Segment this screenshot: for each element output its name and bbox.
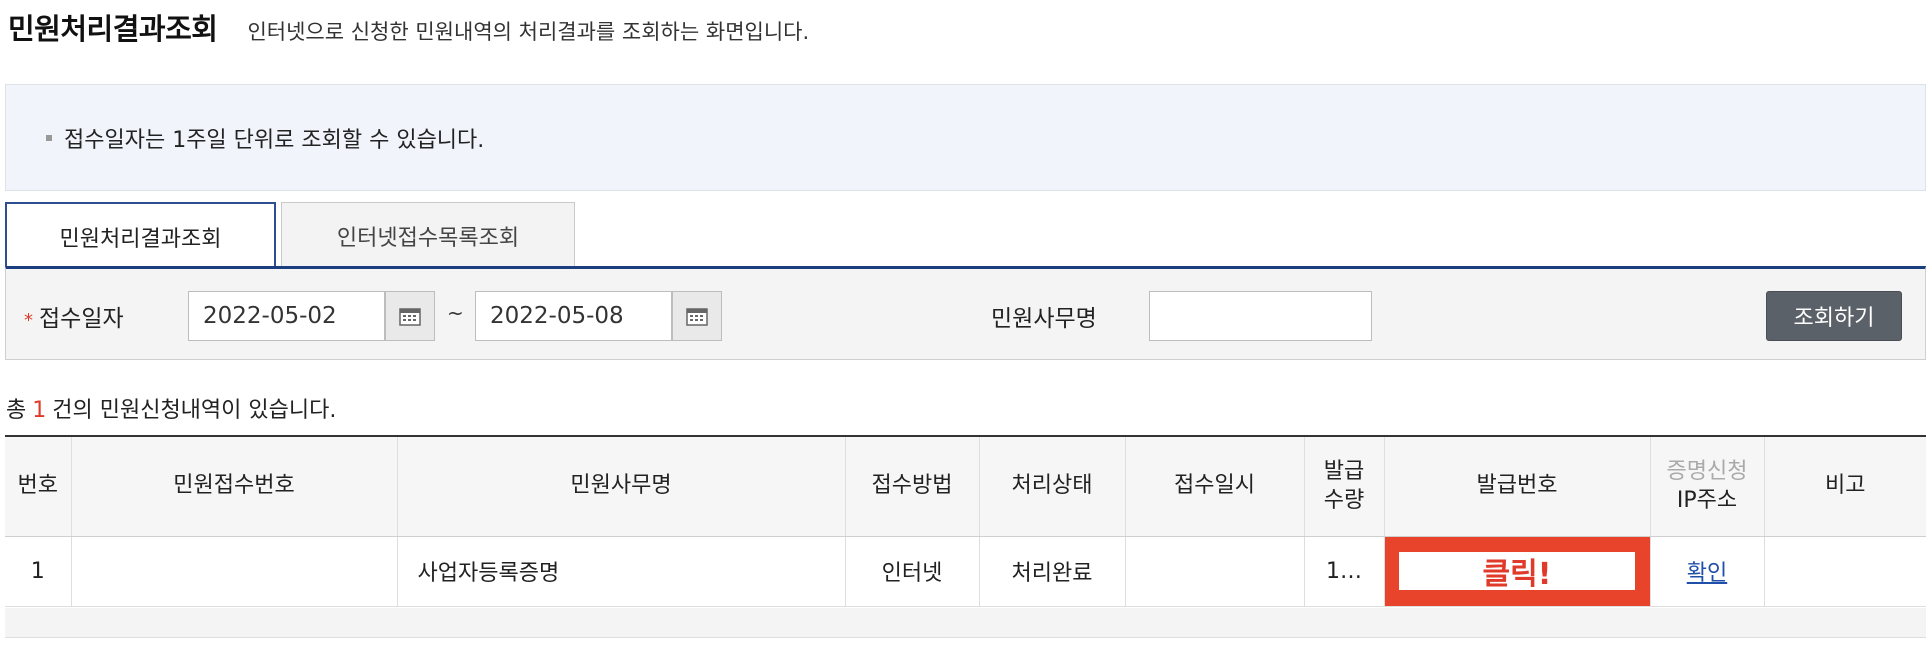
page-title: 민원처리결과조회: [8, 12, 218, 46]
col-header-received-at: 접수일시: [1124, 435, 1304, 537]
cell-qty: 1…: [1303, 536, 1384, 607]
search-button[interactable]: 조회하기: [1766, 291, 1902, 341]
col-header-method: 접수방법: [844, 435, 979, 537]
col-header-status: 처리상태: [978, 435, 1125, 537]
table-footer-strip: [5, 608, 1926, 638]
search-panel: * 접수일자 2022-05-02 ~ 2022-05-08 민원사무명 조회하기: [5, 266, 1926, 360]
cell-issue-no[interactable]: 클릭!: [1383, 536, 1650, 607]
col-header-note: 비고: [1763, 435, 1926, 537]
notice-box: 접수일자는 1주일 단위로 조회할 수 있습니다.: [5, 84, 1926, 191]
receipt-date-label: * 접수일자: [24, 306, 124, 332]
end-calendar-button[interactable]: [672, 291, 722, 341]
cell-ip: 확인: [1649, 536, 1764, 607]
bullet-icon: [46, 134, 52, 141]
calendar-icon: [686, 308, 708, 326]
tab-internet-receipt-list[interactable]: 인터넷접수목록조회: [281, 202, 575, 268]
col-header-issue-no: 발급번호: [1383, 435, 1650, 537]
date-range-separator: ~: [447, 301, 464, 325]
table-header-row: 번호 민원접수번호 민원사무명 접수방법 처리상태 접수일시 발급 수량 발급번호…: [5, 435, 1926, 537]
cell-method: 인터넷: [844, 536, 979, 607]
table-row: 1 사업자등록증명 인터넷 처리완료 1… 클릭! 확인: [5, 536, 1926, 607]
col-header-qty: 발급 수량: [1303, 435, 1384, 537]
tab-bar: 민원처리결과조회 인터넷접수목록조회: [5, 202, 575, 270]
end-date-input[interactable]: 2022-05-08: [475, 291, 672, 341]
col-header-office-name: 민원사무명: [396, 435, 845, 537]
cell-note: [1763, 536, 1926, 607]
col-header-ip: 증명신청 IP주소: [1649, 435, 1764, 537]
office-name-label: 민원사무명: [991, 306, 1097, 332]
start-calendar-button[interactable]: [385, 291, 435, 341]
required-mark: *: [24, 310, 33, 331]
ip-confirm-link[interactable]: 확인: [1687, 561, 1727, 586]
result-count: 1: [32, 398, 47, 423]
issue-no-highlight[interactable]: 클릭!: [1399, 552, 1635, 592]
page-header: 민원처리결과조회 인터넷으로 신청한 민원내역의 처리결과를 조회하는 화면입니…: [8, 6, 809, 54]
page-description: 인터넷으로 신청한 민원내역의 처리결과를 조회하는 화면입니다.: [247, 20, 810, 44]
col-header-no: 번호: [5, 435, 71, 537]
col-header-receipt-no: 민원접수번호: [70, 435, 397, 537]
cell-receipt-no: [70, 536, 397, 607]
cell-status: 처리완료: [978, 536, 1125, 607]
start-date-input[interactable]: 2022-05-02: [188, 291, 385, 341]
result-table: 번호 민원접수번호 민원사무명 접수방법 처리상태 접수일시 발급 수량 발급번호…: [5, 435, 1926, 607]
cell-received-at: [1124, 536, 1304, 607]
cell-no: 1: [5, 536, 71, 607]
tab-result-inquiry[interactable]: 민원처리결과조회: [5, 202, 276, 270]
notice-text: 접수일자는 1주일 단위로 조회할 수 있습니다.: [64, 127, 485, 153]
cell-office-name: 사업자등록증명: [396, 536, 845, 607]
result-summary: 총 1 건의 민원신청내역이 있습니다.: [6, 398, 337, 423]
office-name-input[interactable]: [1149, 291, 1372, 341]
calendar-icon: [399, 308, 421, 326]
